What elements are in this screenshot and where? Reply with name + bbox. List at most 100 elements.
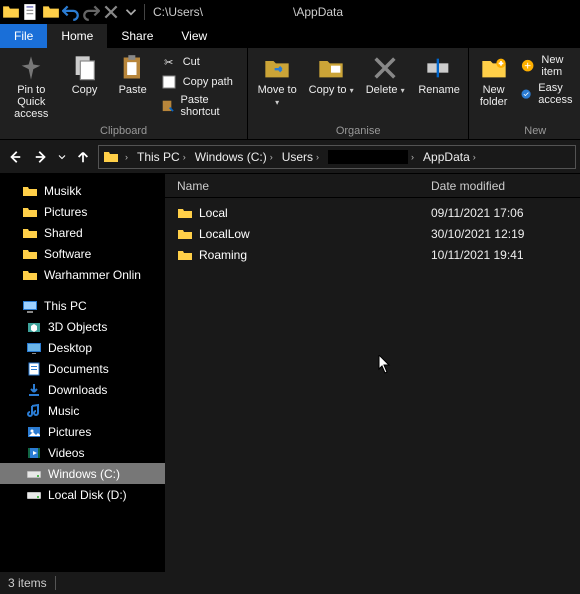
column-header[interactable]: Name Date modified <box>165 174 580 198</box>
tree-pc-item[interactable]: Videos <box>0 442 165 463</box>
tree-item-label: Music <box>48 404 79 418</box>
rename-icon <box>425 54 453 82</box>
crumb-users[interactable]: Users› <box>279 150 325 164</box>
redo-icon[interactable] <box>82 3 100 21</box>
move-to-button[interactable]: Move to ▾ <box>254 54 300 108</box>
tab-home[interactable]: Home <box>47 24 107 48</box>
tree-item-label: Downloads <box>48 383 107 397</box>
crumb-this-pc[interactable]: This PC› <box>134 150 192 164</box>
tree-quick-item[interactable]: Musikk <box>0 180 165 201</box>
videos-icon <box>26 445 42 461</box>
folder-icon <box>22 267 38 283</box>
file-name: Roaming <box>199 248 247 262</box>
delete-x-icon <box>371 54 399 82</box>
ribbon-tabs: File Home Share View <box>0 24 580 48</box>
column-date[interactable]: Date modified <box>425 179 580 193</box>
cut-button[interactable]: ✂Cut <box>161 54 241 70</box>
tree-this-pc[interactable]: This PC <box>0 295 165 316</box>
tree-pc-item[interactable]: 3D Objects <box>0 316 165 337</box>
downloads-icon <box>26 382 42 398</box>
music-icon <box>26 403 42 419</box>
new-item-button[interactable]: New item ▾ <box>520 54 580 78</box>
move-to-icon <box>263 54 291 82</box>
tree-pc-item[interactable]: Local Disk (D:) <box>0 484 165 505</box>
tree-item-label: Musikk <box>44 184 81 198</box>
easy-access-icon <box>520 86 532 102</box>
delete-button[interactable]: Delete ▾ <box>362 54 408 96</box>
file-date: 09/11/2021 17:06 <box>425 206 580 220</box>
tree-pc-item[interactable]: Pictures <box>0 421 165 442</box>
tree-item-label: Videos <box>48 446 84 460</box>
file-name: LocalLow <box>199 227 250 241</box>
pin-to-quick-access-button[interactable]: Pin to Quick access <box>6 54 57 120</box>
folder-icon <box>177 205 193 221</box>
tree-pc-item[interactable]: Downloads <box>0 379 165 400</box>
file-row[interactable]: LocalLow30/10/2021 12:19 <box>165 223 580 244</box>
file-list[interactable]: Local09/11/2021 17:06LocalLow30/10/2021 … <box>165 198 580 572</box>
paste-button[interactable]: Paste <box>113 54 153 96</box>
qat-properties-icon[interactable] <box>22 3 40 21</box>
rename-button[interactable]: Rename <box>416 54 462 96</box>
new-folder-button[interactable]: New folder <box>475 54 512 108</box>
folder-icon <box>22 183 38 199</box>
forward-button[interactable] <box>30 146 52 168</box>
titlebar: C:\Users\\AppData <box>0 0 580 24</box>
navigation-pane[interactable]: Musikk Pictures SharedSoftwareWarhammer On… <box>0 174 165 572</box>
qat-folder-icon <box>2 3 20 21</box>
group-label-organise: Organise <box>254 123 462 139</box>
tree-pc-item[interactable]: Music <box>0 400 165 421</box>
folder-icon <box>22 204 38 220</box>
group-label-new: New <box>475 123 580 139</box>
delete-icon[interactable] <box>102 3 120 21</box>
tree-quick-item[interactable]: Software <box>0 243 165 264</box>
drive-icon <box>26 487 42 503</box>
tree-quick-item[interactable]: Shared <box>0 222 165 243</box>
tab-view[interactable]: View <box>167 24 221 48</box>
crumb-username[interactable]: › <box>325 150 420 164</box>
address-bar[interactable]: › This PC› Windows (C:)› Users› › AppDat… <box>98 145 576 169</box>
back-button[interactable] <box>4 146 26 168</box>
file-pane: Name Date modified Local09/11/2021 17:06… <box>165 174 580 572</box>
3d-icon <box>26 319 42 335</box>
paste-shortcut-button[interactable]: Paste shortcut <box>161 94 241 118</box>
tree-quick-item[interactable]: Pictures <box>0 201 165 222</box>
copy-path-icon <box>161 74 177 90</box>
tree-item-label: Documents <box>48 362 109 376</box>
up-button[interactable] <box>72 146 94 168</box>
redacted-crumb <box>328 150 408 164</box>
copy-button[interactable]: Copy <box>65 54 105 96</box>
easy-access-button[interactable]: Easy access ▾ <box>520 82 580 106</box>
group-label-clipboard: Clipboard <box>6 123 241 139</box>
folder-icon <box>177 247 193 263</box>
ribbon: Pin to Quick access Copy Paste ✂Cut Copy… <box>0 48 580 140</box>
tab-file[interactable]: File <box>0 24 47 48</box>
crumb-appdata[interactable]: AppData› <box>420 150 482 164</box>
file-row[interactable]: Roaming10/11/2021 19:41 <box>165 244 580 265</box>
status-item-count: 3 items <box>8 576 47 590</box>
column-name[interactable]: Name <box>165 179 425 193</box>
recent-dropdown[interactable] <box>56 146 68 168</box>
tree-pc-item[interactable]: Desktop <box>0 337 165 358</box>
copy-to-button[interactable]: Copy to ▾ <box>308 54 354 96</box>
tab-share[interactable]: Share <box>107 24 167 48</box>
redacted-username <box>203 7 293 19</box>
tree-quick-item[interactable]: Warhammer Onlin <box>0 264 165 285</box>
folder-icon <box>22 225 38 241</box>
qat-dropdown-icon[interactable] <box>122 3 140 21</box>
main-area: Musikk Pictures SharedSoftwareWarhammer On… <box>0 174 580 572</box>
tree-pc-item[interactable]: Documents <box>0 358 165 379</box>
copy-path-button[interactable]: Copy path <box>161 74 241 90</box>
crumb-windows-c[interactable]: Windows (C:)› <box>192 150 279 164</box>
paste-shortcut-icon <box>161 98 175 114</box>
folder-icon <box>22 246 38 262</box>
file-row[interactable]: Local09/11/2021 17:06 <box>165 202 580 223</box>
tree-pc-item[interactable]: Windows (C:) <box>0 463 165 484</box>
undo-icon[interactable] <box>62 3 80 21</box>
tree-item-label: Pictures <box>44 205 87 219</box>
qat-folder2-icon[interactable] <box>42 3 60 21</box>
new-item-icon <box>520 58 535 74</box>
navbar: › This PC› Windows (C:)› Users› › AppDat… <box>0 140 580 174</box>
cut-icon: ✂ <box>161 54 177 70</box>
window-title: C:\Users\\AppData <box>153 5 343 19</box>
ribbon-group-new: New folder New item ▾ Easy access ▾ New <box>469 48 580 139</box>
